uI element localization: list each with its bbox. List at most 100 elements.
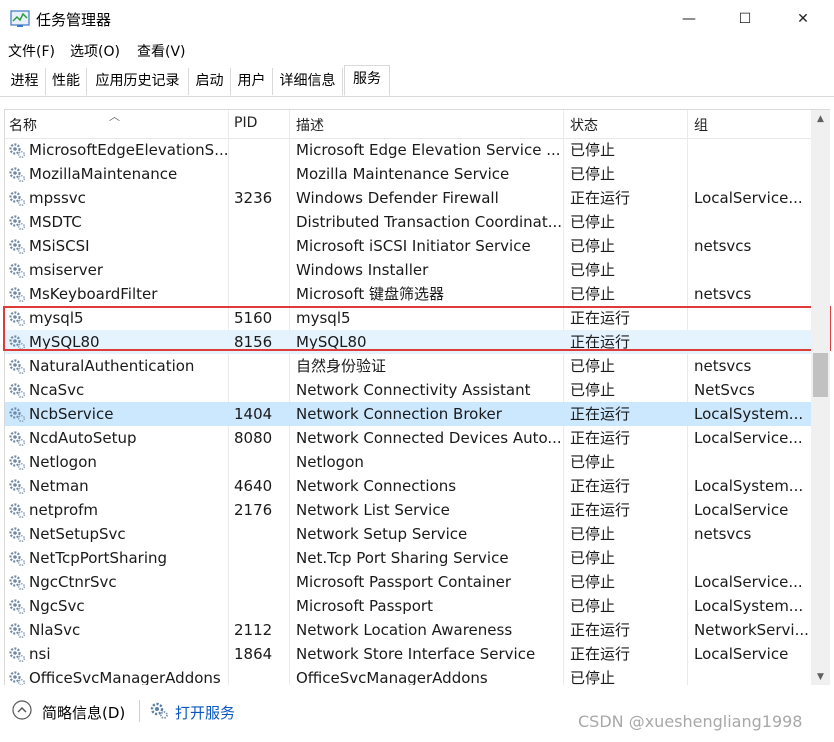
tab-app-history[interactable]: 应用历史记录 bbox=[87, 68, 189, 95]
table-row[interactable]: NgcSvc Microsoft Passport 已停止 LocalSystem..… bbox=[5, 594, 812, 618]
table-row[interactable]: mysql5 5160 mysql5 正在运行 bbox=[5, 306, 812, 330]
service-gear-icon bbox=[8, 405, 26, 423]
menu-options[interactable]: 选项(O) bbox=[70, 41, 120, 61]
table-row[interactable]: NcbService 1404 Network Connection Broker 正… bbox=[5, 402, 812, 426]
service-name: MSDTC bbox=[29, 213, 82, 231]
table-row[interactable]: MSDTC Distributed Transaction Coordinat..… bbox=[5, 210, 812, 234]
table-row[interactable]: NcaSvc Network Connectivity Assistant 已停止 N… bbox=[5, 378, 812, 402]
service-name: netprofm bbox=[29, 501, 99, 519]
table-row[interactable]: NlaSvc 2112 Network Location Awareness 正在运行… bbox=[5, 618, 812, 642]
service-name: NcdAutoSetup bbox=[29, 429, 137, 447]
column-description[interactable]: 描述 bbox=[296, 115, 324, 135]
service-group: LocalService bbox=[694, 645, 789, 663]
service-pid: 1404 bbox=[234, 405, 273, 423]
fewer-details-button[interactable]: 简略信息(D) bbox=[42, 702, 125, 723]
watermark: CSDN @xueshengliang1998 bbox=[578, 712, 803, 731]
service-gear-icon bbox=[8, 333, 26, 351]
column-name[interactable]: 名称 bbox=[9, 115, 37, 135]
table-row[interactable]: NgcCtnrSvc Microsoft Passport Container 已停… bbox=[5, 570, 812, 594]
service-group: LocalService... bbox=[694, 573, 803, 591]
table-row[interactable]: MicrosoftEdgeElevationS... Microsoft Edge… bbox=[5, 138, 812, 162]
tab-startup[interactable]: 启动 bbox=[189, 68, 231, 95]
service-description: Network List Service bbox=[296, 501, 450, 519]
table-row[interactable]: NcdAutoSetup 8080 Network Connected Device… bbox=[5, 426, 812, 450]
service-gear-icon bbox=[8, 309, 26, 327]
table-row[interactable]: MSiSCSI Microsoft iSCSI Initiator Service… bbox=[5, 234, 812, 258]
table-row[interactable]: OfficeSvcManagerAddons OfficeSvcManagerAd… bbox=[5, 666, 812, 685]
service-gear-icon bbox=[8, 573, 26, 591]
table-row[interactable]: NetTcpPortSharing Net.Tcp Port Sharing Se… bbox=[5, 546, 812, 570]
table-row[interactable]: MozillaMaintenance Mozilla Maintenance Se… bbox=[5, 162, 812, 186]
collapse-chevron-icon[interactable] bbox=[12, 700, 32, 720]
service-pid: 3236 bbox=[234, 189, 273, 207]
services-gear-icon[interactable] bbox=[149, 700, 169, 720]
tab-performance[interactable]: 性能 bbox=[46, 68, 87, 95]
scrollbar-thumb[interactable] bbox=[813, 353, 828, 397]
table-row[interactable]: NaturalAuthentication 自然身份验证 已停止 netsvcs bbox=[5, 354, 812, 378]
service-group: netsvcs bbox=[694, 237, 752, 255]
service-gear-icon bbox=[8, 285, 26, 303]
service-description: Network Setup Service bbox=[296, 525, 468, 543]
service-name: MsKeyboardFilter bbox=[29, 285, 158, 303]
column-header: ︿ 名称 PID 描述 状态 组 bbox=[5, 110, 812, 139]
scroll-up-icon[interactable]: ▲ bbox=[811, 110, 830, 127]
service-status: 已停止 bbox=[570, 261, 616, 279]
tab-processes[interactable]: 进程 bbox=[4, 68, 46, 95]
table-row[interactable]: MySQL80 8156 MySQL80 正在运行 bbox=[5, 330, 812, 354]
table-row[interactable]: msiserver Windows Installer 已停止 bbox=[5, 258, 812, 282]
service-gear-icon bbox=[8, 237, 26, 255]
service-status: 已停止 bbox=[570, 381, 616, 399]
menu-view[interactable]: 查看(V) bbox=[137, 41, 186, 61]
service-status: 已停止 bbox=[570, 213, 616, 231]
services-list: ︿ 名称 PID 描述 状态 组 MicrosoftEdgeElevationS… bbox=[4, 109, 830, 685]
service-description: Network Store Interface Service bbox=[296, 645, 536, 663]
close-button[interactable]: ✕ bbox=[774, 0, 832, 38]
service-description: Network Connected Devices Auto... bbox=[296, 429, 562, 447]
open-services-link[interactable]: 打开服务 bbox=[175, 702, 235, 723]
column-status[interactable]: 状态 bbox=[570, 115, 598, 135]
service-name: NcbService bbox=[29, 405, 114, 423]
task-manager-icon bbox=[10, 10, 30, 27]
vertical-scrollbar[interactable]: ▲ ▼ bbox=[811, 110, 830, 685]
column-group[interactable]: 组 bbox=[694, 115, 708, 135]
menu-bar: 文件(F) 选项(O) 查看(V) bbox=[0, 38, 834, 64]
table-row[interactable]: nsi 1864 Network Store Interface Service 正在… bbox=[5, 642, 812, 666]
service-name: NetTcpPortSharing bbox=[29, 549, 168, 567]
table-row[interactable]: NetSetupSvc Network Setup Service 已停止 netsv… bbox=[5, 522, 812, 546]
table-row[interactable]: Netlogon Netlogon 已停止 bbox=[5, 450, 812, 474]
service-name: OfficeSvcManagerAddons bbox=[29, 669, 221, 685]
service-name: MozillaMaintenance bbox=[29, 165, 178, 183]
service-status: 正在运行 bbox=[570, 309, 631, 327]
service-gear-icon bbox=[8, 453, 26, 471]
service-name: NgcSvc bbox=[29, 597, 85, 615]
service-description: MySQL80 bbox=[296, 333, 367, 351]
tab-details[interactable]: 详细信息 bbox=[273, 68, 343, 95]
menu-file[interactable]: 文件(F) bbox=[8, 41, 55, 61]
scroll-down-icon[interactable]: ▼ bbox=[811, 668, 830, 685]
maximize-button[interactable]: ☐ bbox=[716, 0, 774, 38]
service-group: LocalService bbox=[694, 501, 789, 519]
service-description: 自然身份验证 bbox=[296, 357, 387, 375]
service-description: Distributed Transaction Coordinat... bbox=[296, 213, 562, 231]
tab-users[interactable]: 用户 bbox=[231, 68, 273, 95]
service-gear-icon bbox=[8, 381, 26, 399]
table-row[interactable]: MsKeyboardFilter Microsoft 键盘筛选器 已停止 netsvc… bbox=[5, 282, 812, 306]
sort-up-icon: ︿ bbox=[109, 110, 120, 123]
minimize-button[interactable]: — bbox=[660, 0, 718, 38]
service-name: MySQL80 bbox=[29, 333, 100, 351]
service-status: 正在运行 bbox=[570, 405, 631, 423]
tab-services[interactable]: 服务 bbox=[344, 65, 390, 96]
service-gear-icon bbox=[8, 669, 26, 685]
service-description: Network Connection Broker bbox=[296, 405, 502, 423]
table-row[interactable]: netprofm 2176 Network List Service 正在运行 Loca… bbox=[5, 498, 812, 522]
service-group: LocalService... bbox=[694, 429, 803, 447]
column-pid[interactable]: PID bbox=[234, 115, 257, 131]
table-row[interactable]: Netman 4640 Network Connections 正在运行 LocalSy… bbox=[5, 474, 812, 498]
table-row[interactable]: mpssvc 3236 Windows Defender Firewall 正在运行 L… bbox=[5, 186, 812, 210]
service-gear-icon bbox=[8, 261, 26, 279]
service-group: netsvcs bbox=[694, 525, 752, 543]
service-gear-icon bbox=[8, 525, 26, 543]
service-pid: 5160 bbox=[234, 309, 273, 327]
service-pid: 2112 bbox=[234, 621, 273, 639]
service-status: 正在运行 bbox=[570, 429, 631, 447]
